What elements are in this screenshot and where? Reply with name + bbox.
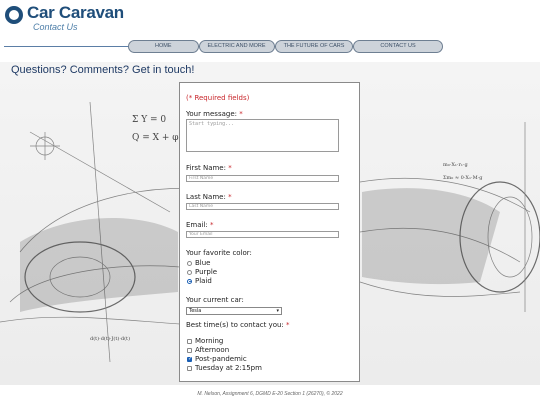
current-car-label: Your current car: [186,296,244,304]
site-title: Car Caravan [27,3,124,22]
site-subtitle: Contact Us [33,22,78,32]
color-option-blue[interactable]: Blue [187,259,211,267]
checkbox[interactable] [187,365,192,371]
nav-contact-us[interactable]: CONTACT US [353,40,443,53]
page-heading: Questions? Comments? Get in touch! [11,64,195,76]
message-textarea[interactable]: Start typing... [186,119,339,152]
site-logo[interactable]: Car Caravan Contact Us [5,4,124,32]
svg-text:Q = X + φ: Q = X + φ [132,133,179,143]
first-name-label: First Name: * [186,164,232,172]
contact-form: (* Required fields) Your message: * Star… [179,82,360,382]
first-name-input[interactable]: First Name [186,175,339,182]
checkbox[interactable] [187,347,192,353]
contact-times-label: Best time(s) to contact you: * [186,321,290,329]
last-name-label: Last Name: * [186,193,232,201]
time-option-morning[interactable]: Morning [187,337,223,345]
time-option-afternoon[interactable]: Afternoon [187,346,229,354]
last-name-input[interactable]: Last Name [186,203,339,210]
svg-text:m₀·X₁·r₁·g: m₀·X₁·r₁·g [443,162,468,168]
current-car-select[interactable]: Tesla ▾ [186,307,282,315]
chevron-down-icon: ▾ [276,308,279,314]
message-label: Your message: * [186,110,243,118]
required-fields-note: (* Required fields) [186,94,250,102]
radio-button[interactable] [187,269,192,275]
email-input[interactable]: Your Email [186,231,339,238]
email-label: Email: * [186,221,214,229]
time-option-tuesday[interactable]: Tuesday at 2:15pm [187,364,262,372]
radio-button-selected[interactable] [187,278,192,284]
main-nav: HOME ELECTRIC AND MORE THE FUTURE OF CAR… [128,40,443,53]
logo-ring-icon [5,6,23,24]
nav-electric-and-more[interactable]: ELECTRIC AND MORE [198,40,275,53]
checkbox[interactable] [187,338,192,344]
svg-text:Σm₀ ≈ 0·X₁·M·g: Σm₀ ≈ 0·X₁·M·g [443,175,483,181]
checkbox-checked[interactable] [187,356,192,362]
color-option-plaid[interactable]: Plaid [187,277,212,285]
time-option-post-pandemic[interactable]: Post-pandemic [187,355,247,363]
svg-text:Σ Y = 0: Σ Y = 0 [132,115,166,125]
nav-future-of-cars[interactable]: THE FUTURE OF CARS [274,40,354,53]
favorite-color-label: Your favorite color: [186,249,252,257]
page-footer: M. Nelson, Assignment 6, DGMD E-20 Secti… [197,391,343,397]
color-option-purple[interactable]: Purple [187,268,217,276]
svg-text:d(t)·d(t)·J(t)·d(t): d(t)·d(t)·J(t)·d(t) [90,335,130,342]
radio-button[interactable] [187,260,192,266]
nav-home[interactable]: HOME [128,40,199,53]
